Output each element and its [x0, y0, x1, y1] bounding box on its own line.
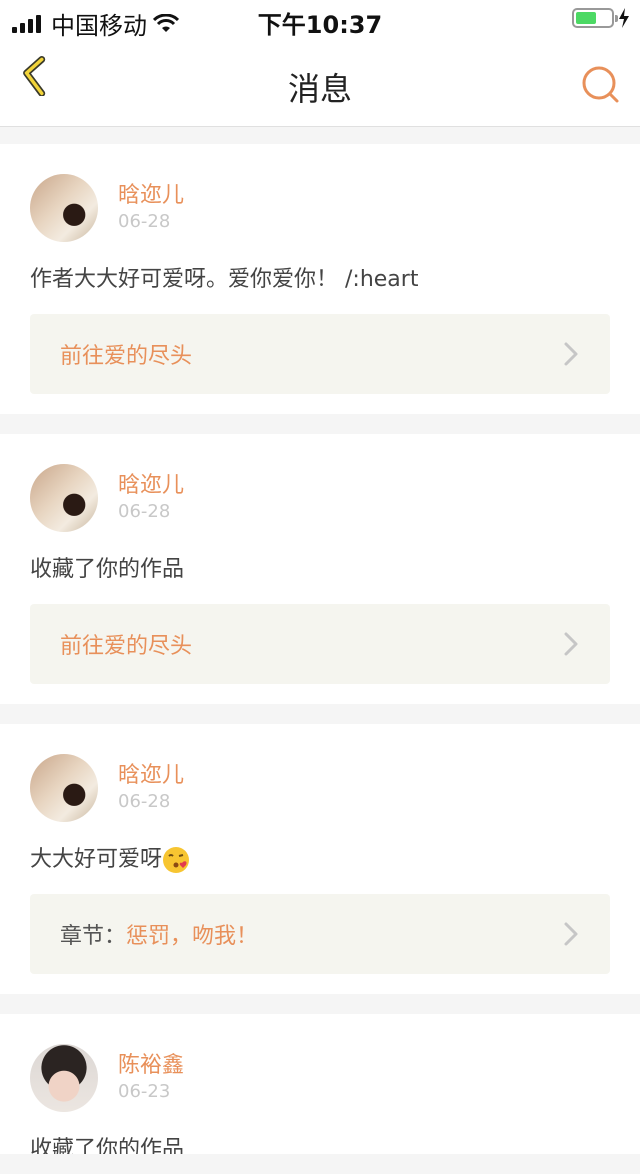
search-icon[interactable]	[580, 64, 620, 104]
page-title: 消息	[287, 70, 352, 108]
message-date: 06-28	[118, 211, 171, 232]
chapter-title: 惩罚，吻我！	[126, 924, 259, 949]
avatar[interactable]	[30, 174, 98, 242]
message-content: 大大好可爱呀	[30, 846, 610, 874]
chapter-link[interactable]: 章节：惩罚，吻我！	[30, 894, 610, 974]
message-user[interactable]: 晗迩儿 06-28	[30, 754, 610, 822]
battery-icon	[572, 8, 618, 28]
message-content: 作者大大好可爱呀。爱你爱你！ /:heart	[30, 267, 419, 292]
avatar[interactable]	[30, 1044, 98, 1112]
message-content: 收藏了你的作品	[30, 1137, 185, 1154]
work-link-label: 前往爱的尽头	[60, 634, 193, 659]
message-card: 晗迩儿 06-28 大大好可爱呀 章节：惩罚，吻我！	[0, 724, 640, 994]
status-time: 下午10:37	[257, 11, 383, 39]
message-card: 晗迩儿 06-28 作者大大好可爱呀。爱你爱你！ /:heart 前往爱的尽头	[0, 144, 640, 414]
status-right	[572, 8, 630, 28]
work-link-label: 前往爱的尽头	[60, 344, 193, 369]
nav-bar: 消息	[0, 40, 640, 127]
message-date: 06-28	[118, 501, 171, 522]
message-user[interactable]: 晗迩儿 06-28	[30, 174, 610, 242]
avatar[interactable]	[30, 754, 98, 822]
message-date: 06-23	[118, 1081, 171, 1102]
message-content: 收藏了你的作品	[30, 557, 185, 582]
user-name[interactable]: 晗迩儿	[118, 183, 184, 209]
user-name[interactable]: 陈裕鑫	[118, 1053, 184, 1079]
chevron-right-icon	[564, 342, 578, 366]
message-list: 晗迩儿 06-28 作者大大好可爱呀。爱你爱你！ /:heart 前往爱的尽头 …	[0, 144, 640, 1174]
message-card: 陈裕鑫 06-23 收藏了你的作品	[0, 1014, 640, 1154]
chevron-right-icon	[564, 922, 578, 946]
user-name[interactable]: 晗迩儿	[118, 473, 184, 499]
chapter-label: 章节：	[60, 924, 127, 949]
status-bar: 中国移动 下午10:37	[0, 0, 640, 40]
charging-icon	[619, 8, 629, 28]
message-user[interactable]: 晗迩儿 06-28	[30, 464, 610, 532]
avatar[interactable]	[30, 464, 98, 532]
kiss-emoji-icon	[163, 847, 190, 873]
chapter-link-text: 章节：惩罚，吻我！	[60, 918, 258, 950]
user-name[interactable]: 晗迩儿	[118, 763, 184, 789]
message-date: 06-28	[118, 791, 171, 812]
work-link[interactable]: 前往爱的尽头	[30, 604, 610, 684]
message-user[interactable]: 陈裕鑫 06-23	[30, 1044, 610, 1112]
chevron-right-icon	[564, 632, 578, 656]
message-card: 晗迩儿 06-28 收藏了你的作品 前往爱的尽头	[0, 434, 640, 704]
message-text: 大大好可爱呀	[30, 847, 163, 872]
work-link[interactable]: 前往爱的尽头	[30, 314, 610, 394]
